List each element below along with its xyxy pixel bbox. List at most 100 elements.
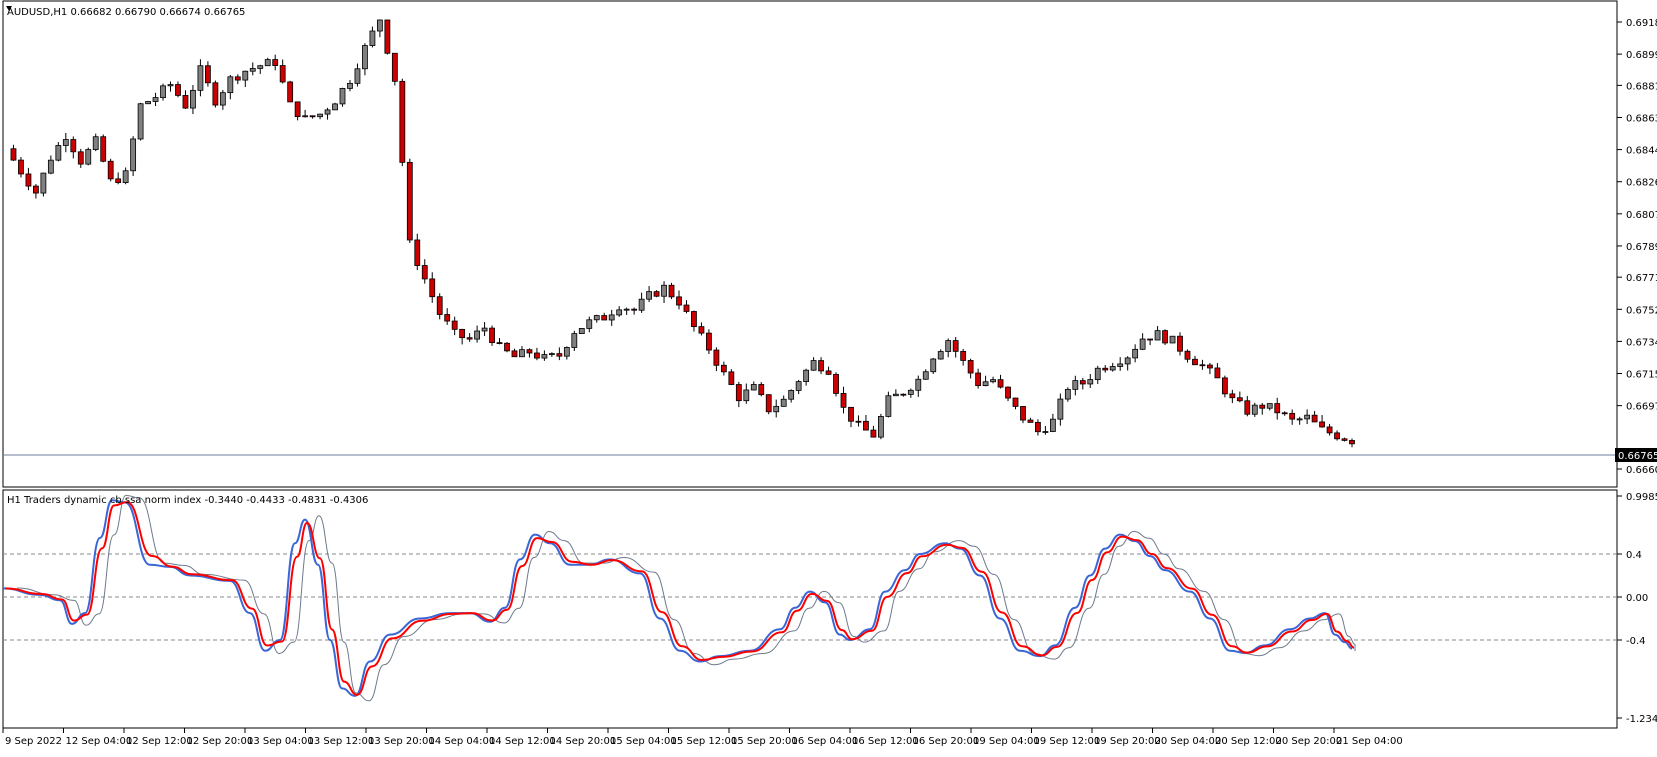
bear-candle — [728, 371, 735, 385]
bear-candle — [115, 178, 122, 184]
bear-candle — [1229, 393, 1236, 399]
current-price-label: 0.66765 — [1618, 451, 1657, 462]
bear-candle — [10, 148, 17, 161]
bear-candle — [1207, 364, 1213, 369]
price-tick-label: 0.68630 — [1626, 113, 1657, 124]
bear-candle — [107, 160, 114, 180]
bear-candle — [840, 393, 847, 408]
bull-candle — [945, 340, 952, 352]
bear-candle — [952, 340, 959, 352]
bear-candle — [1005, 386, 1011, 399]
indicator-tick-label: 0.9985 — [1626, 492, 1657, 503]
price-tick-label: 0.69180 — [1626, 18, 1657, 29]
bull-candle — [922, 371, 929, 380]
price-tick-label: 0.68260 — [1626, 178, 1657, 189]
bull-candle — [937, 351, 944, 360]
time-axis: 9 Sep 2022 12 Sep 04:0012 Sep 12:0012 Sep… — [2, 728, 1403, 747]
bear-candle — [272, 59, 279, 66]
time-tick-label: 19 Sep 04:00 — [973, 736, 1040, 747]
bull-candle — [1169, 335, 1176, 344]
bear-candle — [212, 82, 219, 106]
time-tick-label: 12 Sep 12:00 — [126, 736, 193, 747]
bull-candle — [1042, 431, 1049, 433]
time-tick-label: 12 Sep 04:00 — [66, 736, 133, 747]
bear-candle — [818, 360, 824, 372]
bull-candle — [548, 353, 555, 355]
bull-candle — [803, 369, 810, 382]
bear-candle — [1319, 421, 1325, 428]
bull-candle — [810, 360, 817, 371]
bull-candle — [257, 65, 264, 69]
bull-candle — [1132, 348, 1139, 359]
time-tick-label: 19 Sep 20:00 — [1094, 736, 1161, 747]
bear-candle — [601, 315, 608, 321]
bull-candle — [190, 89, 196, 109]
bear-candle — [960, 350, 967, 361]
bull-candle — [616, 309, 623, 316]
time-tick-label: 19 Sep 12:00 — [1034, 736, 1101, 747]
bull-candle — [907, 389, 914, 395]
bull-candle — [982, 381, 989, 387]
bear-candle — [451, 320, 458, 330]
bear-candle — [1259, 404, 1266, 409]
time-tick-label: 20 Sep 04:00 — [1155, 736, 1222, 747]
bull-candle — [160, 85, 166, 98]
bull-candle — [1117, 363, 1124, 367]
bear-candle — [1326, 426, 1333, 434]
bull-candle — [780, 398, 787, 407]
bull-candle — [1266, 403, 1273, 409]
bull-candle — [219, 92, 226, 106]
bear-candle — [100, 136, 107, 162]
price-tick-label: 0.68445 — [1626, 146, 1657, 157]
time-tick-label: 16 Sep 20:00 — [913, 736, 980, 747]
time-tick-label: 14 Sep 20:00 — [550, 736, 617, 747]
bull-candle — [152, 97, 159, 102]
bull-candle — [1296, 418, 1303, 421]
bear-candle — [668, 284, 675, 298]
bear-candle — [421, 265, 428, 280]
price-tick-label: 0.67890 — [1626, 242, 1657, 253]
bear-candle — [1274, 403, 1281, 414]
bear-candle — [466, 337, 473, 340]
bear-candle — [1177, 335, 1183, 352]
bear-candle — [825, 370, 832, 375]
bull-candle — [1072, 380, 1079, 390]
bear-candle — [735, 384, 742, 402]
indicator-axis: 0.9985 0.4 0.00 -0.4 -1.2345 — [1617, 492, 1657, 725]
bear-candle — [175, 84, 181, 96]
bear-candle — [1020, 406, 1026, 421]
bear-candle — [279, 65, 286, 83]
bear-candle — [1184, 350, 1191, 360]
bear-candle — [287, 81, 294, 103]
price-tick-label: 0.67155 — [1626, 370, 1657, 381]
bear-candle — [720, 364, 727, 373]
bear-candle — [1035, 421, 1041, 433]
bear-candle — [848, 406, 854, 422]
bear-candle — [25, 173, 32, 187]
bear-candle — [1289, 412, 1296, 420]
bull-candle — [137, 103, 144, 140]
bull-candle — [145, 101, 151, 105]
bull-candle — [474, 330, 481, 340]
bear-candle — [77, 151, 84, 165]
symbol-header: AUDUSD,H1 0.66682 0.66790 0.66674 0.6676… — [7, 7, 245, 18]
bull-candle — [47, 159, 54, 174]
bear-candle — [1162, 330, 1168, 344]
bull-candle — [122, 170, 129, 184]
bear-candle — [1199, 364, 1206, 367]
bear-candle — [1341, 438, 1348, 441]
bear-candle — [631, 308, 638, 311]
bull-candle — [990, 379, 996, 383]
bull-candle — [586, 319, 593, 329]
bear-candle — [33, 185, 39, 194]
bull-candle — [317, 113, 323, 118]
chart-window[interactable]: 0.69180 0.68995 0.68815 0.68630 0.68445 0.682… — [0, 0, 1657, 753]
bear-candle — [691, 311, 697, 328]
time-tick-label: 21 Sep 04:00 — [1336, 736, 1403, 747]
bear-candle — [653, 291, 660, 297]
bull-candle — [593, 315, 600, 321]
bull-candle — [638, 298, 645, 311]
bull-candle — [571, 333, 578, 348]
time-tick-label: 14 Sep 04:00 — [429, 736, 496, 747]
bear-candle — [997, 379, 1004, 388]
